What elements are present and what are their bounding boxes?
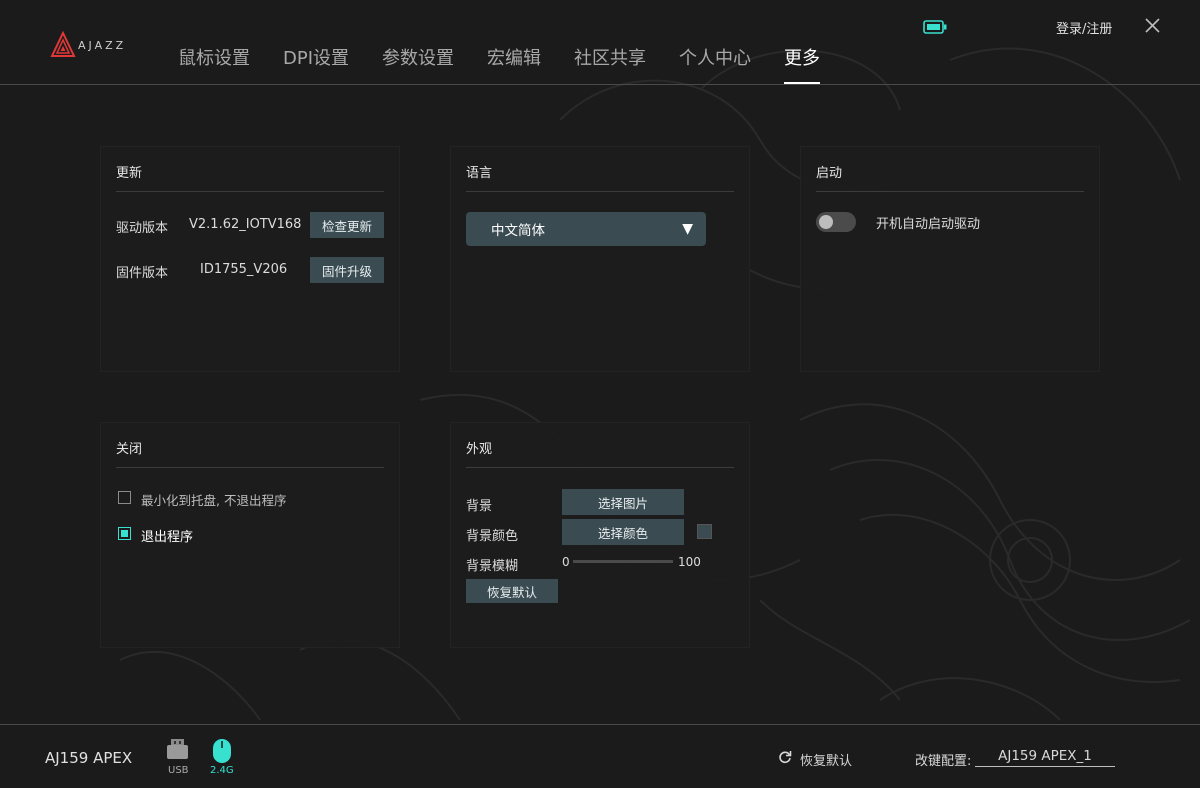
- firmware-version-label: 固件版本: [116, 266, 169, 281]
- background-label: 背景: [466, 499, 493, 514]
- language-select[interactable]: 中文简体 ▼: [466, 212, 706, 246]
- background-color-label: 背景颜色: [466, 529, 519, 544]
- blur-slider[interactable]: [573, 560, 673, 563]
- check-update-button[interactable]: 检查更新: [310, 212, 384, 238]
- minimize-to-tray-checkbox[interactable]: [118, 491, 131, 504]
- choose-image-button[interactable]: 选择图片: [562, 489, 684, 515]
- blur-max-value: 100: [678, 555, 701, 569]
- exit-program-label[interactable]: 退出程序: [141, 526, 193, 545]
- panel-title: 语言: [466, 166, 493, 181]
- color-swatch[interactable]: [697, 524, 712, 539]
- background-blur-label: 背景模糊: [466, 559, 519, 574]
- tab-parameter-settings[interactable]: 参数设置: [382, 44, 454, 84]
- tab-mouse-settings[interactable]: 鼠标设置: [178, 44, 250, 84]
- background-artwork: [119, 47, 1191, 721]
- divider: [466, 191, 734, 192]
- restore-default-link[interactable]: 恢复默认: [800, 750, 852, 769]
- brand-logo: AJAZZ: [50, 30, 126, 60]
- tab-personal-center[interactable]: 个人中心: [679, 44, 751, 84]
- autostart-toggle[interactable]: [816, 212, 856, 232]
- firmware-upgrade-button[interactable]: 固件升级: [310, 257, 384, 283]
- appearance-panel: 外观 背景 选择图片 背景颜色 选择颜色 背景模糊 0 100 恢复默认: [450, 422, 750, 648]
- tab-macro-editor[interactable]: 宏编辑: [487, 44, 541, 84]
- language-select-value: 中文简体: [491, 223, 545, 239]
- device-name: AJ159 APEX: [45, 749, 133, 767]
- bottom-bar: AJ159 APEX USB 2.4G 恢复默认 改键配置: AJ159 APE…: [0, 724, 1200, 788]
- choose-color-button[interactable]: 选择颜色: [562, 519, 684, 545]
- blur-min-value: 0: [562, 555, 570, 569]
- panel-title: 启动: [816, 166, 843, 181]
- divider: [116, 467, 384, 468]
- tab-dpi-settings[interactable]: DPI设置: [283, 44, 349, 84]
- divider: [116, 191, 384, 192]
- divider: [816, 191, 1084, 192]
- toggle-knob: [819, 215, 833, 229]
- usb-label: USB: [168, 765, 189, 776]
- driver-version-value: V2.1.62_IOTV168: [189, 217, 302, 232]
- battery-icon: [923, 20, 947, 34]
- close-behavior-panel: 关闭 最小化到托盘, 不退出程序 退出程序: [100, 422, 400, 648]
- wireless-label: 2.4G: [210, 765, 234, 776]
- panel-title: 关闭: [116, 442, 143, 457]
- tab-community-share[interactable]: 社区共享: [574, 44, 646, 84]
- ajazz-logo-icon: [50, 31, 76, 57]
- panel-title: 更新: [116, 166, 143, 181]
- update-panel: 更新 驱动版本 V2.1.62_IOTV168 检查更新 固件版本 ID1755…: [100, 146, 400, 372]
- panel-title: 外观: [466, 442, 493, 457]
- startup-panel: 启动 开机自动启动驱动: [800, 146, 1100, 372]
- autostart-label: 开机自动启动驱动: [876, 217, 981, 232]
- close-icon[interactable]: [1144, 17, 1161, 34]
- divider: [466, 467, 734, 468]
- tab-more[interactable]: 更多: [784, 44, 821, 84]
- minimize-to-tray-label[interactable]: 最小化到托盘, 不退出程序: [141, 490, 286, 509]
- config-label: 改键配置:: [915, 754, 972, 769]
- wireless-mouse-icon[interactable]: [212, 738, 232, 764]
- login-register-link[interactable]: 登录/注册: [1056, 18, 1112, 37]
- top-bar: AJAZZ 鼠标设置 DPI设置 参数设置 宏编辑 社区共享 个人中心 更多 登…: [0, 0, 1200, 85]
- refresh-icon[interactable]: [778, 750, 792, 764]
- brand-logo-text: AJAZZ: [78, 38, 127, 52]
- language-panel: 语言 中文简体 ▼: [450, 146, 750, 372]
- exit-program-checkbox[interactable]: [118, 527, 131, 540]
- config-name-field[interactable]: AJ159 APEX_1: [975, 748, 1115, 767]
- driver-version-label: 驱动版本: [116, 221, 169, 236]
- restore-default-appearance-button[interactable]: 恢复默认: [466, 579, 558, 603]
- firmware-version-value: ID1755_V206: [200, 262, 288, 277]
- main-nav: 鼠标设置 DPI设置 参数设置 宏编辑 社区共享 个人中心 更多: [178, 44, 853, 84]
- usb-connection-icon[interactable]: [165, 739, 190, 761]
- dropdown-arrow-icon: ▼: [682, 221, 693, 237]
